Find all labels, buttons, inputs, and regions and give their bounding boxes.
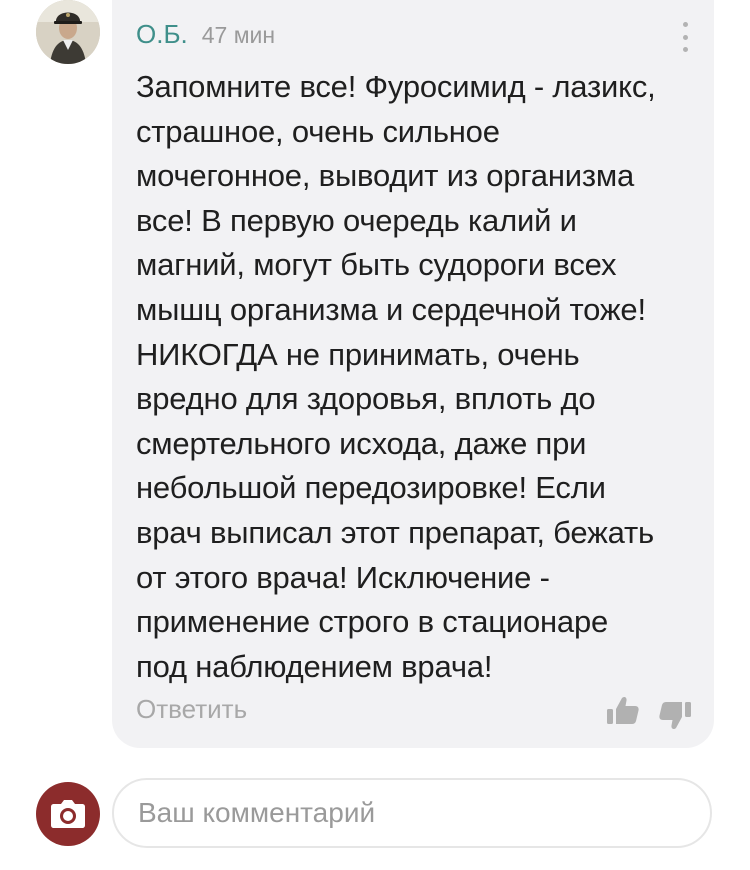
comment-line: от этого врача! Исключение - — [136, 559, 550, 595]
user-avatar[interactable] — [36, 782, 100, 846]
comment-line: мочегонное, выводит из организма — [136, 158, 635, 194]
comment-line: вредно для здоровья, вплоть до — [136, 381, 596, 417]
comment-line: Запомните все! Фуросимид - лазикс, — [136, 69, 656, 104]
comment-line: небольшой передозировке! Если — [136, 470, 606, 506]
comment-line: смертельного исхода, даже при — [136, 425, 587, 461]
more-dot — [682, 47, 688, 52]
comment-time: 47 мин — [201, 22, 276, 48]
more-dot — [682, 34, 688, 40]
comment-input[interactable] — [112, 778, 712, 848]
thumbs-up-icon[interactable] — [606, 694, 640, 728]
comment-line: НИКОГДА не принимать, очень — [136, 336, 580, 372]
author-photo — [36, 0, 100, 64]
comment-line: все! В первую очередь калий и — [136, 202, 577, 238]
comment-line: под наблюдением врача! — [136, 648, 493, 684]
camera-icon — [51, 800, 85, 828]
author-name[interactable]: О.Б. — [136, 19, 188, 50]
comment-line: страшное, очень сильное — [136, 113, 500, 149]
author-avatar[interactable] — [36, 0, 100, 64]
comment-line: магний, могут быть судороги всех — [136, 247, 617, 283]
comment-line: врач выписал этот препарат, бежать — [136, 514, 654, 550]
comment-meta: О.Б. 47 мин — [136, 19, 275, 51]
comment-text: Запомните все! Фуросимид - лазикс, страш… — [136, 65, 696, 689]
more-dot — [682, 22, 688, 27]
comment-line: мышц организма и сердечной тоже! — [136, 291, 646, 327]
reply-button[interactable]: Ответить — [136, 694, 247, 725]
comment-line: применение строго в стационаре — [136, 604, 609, 640]
more-vertical-icon[interactable] — [672, 20, 698, 54]
thumbs-down-icon[interactable] — [658, 700, 692, 734]
